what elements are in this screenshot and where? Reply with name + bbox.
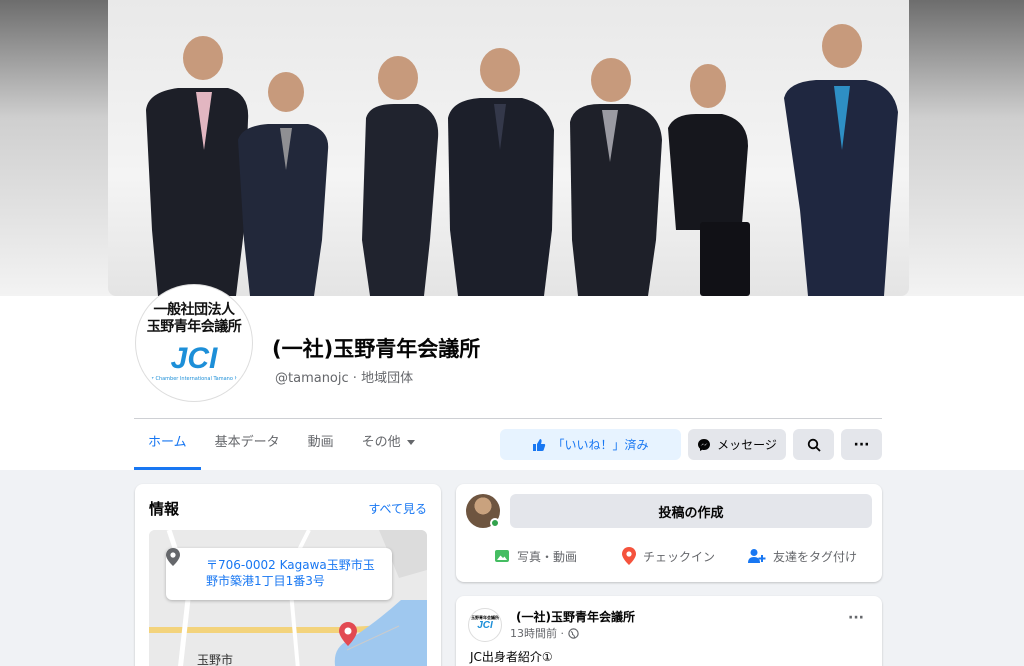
- search-icon: [807, 438, 821, 452]
- address-card[interactable]: 〒706-0002 Kagawa玉野市玉野市築港1丁目1番3号: [166, 548, 392, 600]
- location-pin-icon: [622, 547, 636, 565]
- location-pin-icon: [166, 548, 180, 566]
- globe-icon: [568, 627, 579, 639]
- page-subtitle: @tamanojc · 地域団体: [275, 367, 413, 386]
- address-text: 〒706-0002 Kagawa玉野市玉野市築港1丁目1番3号: [206, 558, 375, 588]
- liked-button-label: 「いいね！」済み: [552, 438, 649, 452]
- post-card: 玉野青年会議所 JCI (一社)玉野青年会議所 13時間前 · ··· JC出身…: [456, 596, 882, 666]
- caret-down-icon: [406, 440, 415, 445]
- composer-card: 投稿の作成 写真・動画 チェックイン 友達をタグ付け: [456, 484, 882, 582]
- info-title: 情報: [149, 500, 180, 518]
- search-button[interactable]: [793, 429, 834, 460]
- info-card: 情報 すべて見る 〒706-0002 Kagawa玉野市玉野市築港1丁目1番3号…: [135, 484, 441, 666]
- tab-about[interactable]: 基本データ: [201, 420, 294, 470]
- messenger-icon: [698, 438, 711, 451]
- check-in-button[interactable]: チェックイン: [622, 542, 715, 570]
- create-post-button[interactable]: 投稿の作成: [510, 494, 872, 528]
- logo-line-2: 玉野青年会議所: [146, 319, 242, 335]
- map-city-label: 玉野市: [197, 653, 234, 666]
- composer-actions: 写真・動画 チェックイン 友達をタグ付け: [456, 542, 882, 570]
- location-map[interactable]: 〒706-0002 Kagawa玉野市玉野市築港1丁目1番3号 玉野市: [149, 530, 427, 666]
- page-title: (一社)玉野青年会議所: [272, 337, 481, 361]
- tab-more[interactable]: その他: [348, 420, 429, 470]
- tag-friends-icon: [748, 549, 766, 563]
- page-category[interactable]: 地域団体: [361, 371, 413, 386]
- map-pin-icon: [339, 622, 357, 646]
- photo-video-button[interactable]: 写真・動画: [494, 542, 577, 570]
- more-options-button[interactable]: ···: [841, 429, 882, 460]
- post-avatar-jci: JCI: [477, 620, 493, 631]
- page-avatar[interactable]: 一般社団法人 玉野青年会議所 JCI Junior Chamber Intern…: [136, 285, 252, 401]
- post-timestamp[interactable]: 13時間前 ·: [510, 625, 579, 641]
- separator-dot: ·: [352, 371, 362, 386]
- see-all-link[interactable]: すべて見る: [368, 500, 427, 517]
- tag-friends-button[interactable]: 友達をタグ付け: [748, 542, 857, 570]
- tab-videos[interactable]: 動画: [294, 420, 348, 470]
- logo-line-1: 一般社団法人: [153, 302, 236, 318]
- post-options-button[interactable]: ···: [848, 610, 864, 626]
- header-divider: [134, 418, 882, 419]
- post-author-avatar[interactable]: 玉野青年会議所 JCI: [468, 608, 502, 642]
- message-button-label: メッセージ: [717, 438, 777, 452]
- page-tabs: ホーム 基本データ 動画 その他: [134, 420, 429, 470]
- tag-friends-label: 友達をタグ付け: [773, 549, 858, 564]
- thumbs-up-icon: [533, 438, 546, 451]
- tab-home[interactable]: ホーム: [134, 420, 201, 470]
- post-time-text: 13時間前 ·: [510, 627, 564, 640]
- message-button[interactable]: メッセージ: [688, 429, 786, 460]
- photo-icon: [495, 550, 509, 562]
- online-status-icon: [490, 518, 500, 528]
- check-in-label: チェックイン: [643, 549, 716, 564]
- cover-photo-people: [146, 24, 898, 296]
- cover-photo[interactable]: [108, 0, 909, 296]
- page-handle: @tamanojc: [275, 371, 349, 386]
- logo-tagline: Junior Chamber International Tamano Japa…: [139, 376, 249, 382]
- jci-logo: JCI: [170, 342, 218, 375]
- post-text: JC出身者紹介①: [470, 650, 553, 664]
- liked-button[interactable]: 「いいね！」済み: [500, 429, 681, 460]
- post-author-name[interactable]: (一社)玉野青年会議所: [516, 608, 635, 625]
- tab-more-label: その他: [361, 435, 401, 450]
- photo-video-label: 写真・動画: [517, 549, 578, 564]
